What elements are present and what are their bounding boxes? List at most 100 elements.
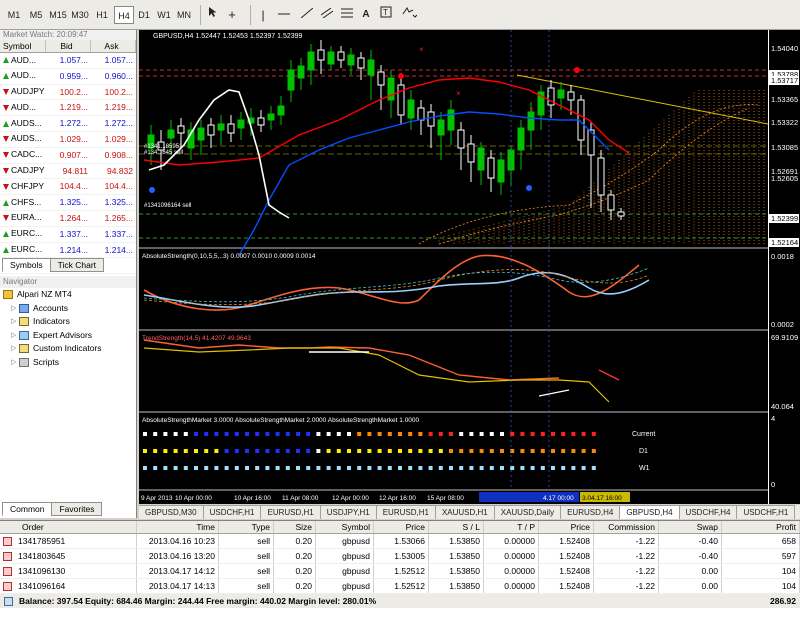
horizontal-line-icon[interactable] — [275, 6, 293, 24]
market-watch-row[interactable]: CHFJPY 104.4... 104.4... — [0, 179, 136, 196]
expand-icon[interactable]: ▷ — [11, 342, 17, 356]
timeframe-button-w1[interactable]: W1 — [154, 6, 174, 24]
expand-icon[interactable]: ▷ — [11, 315, 17, 329]
column-header[interactable]: S / L — [429, 521, 484, 533]
column-header[interactable]: Profit — [722, 521, 800, 533]
equidistant-channel-icon[interactable] — [318, 6, 336, 24]
tab-favorites[interactable]: Favorites — [51, 502, 103, 516]
tab-tick-chart[interactable]: Tick Chart — [49, 258, 105, 272]
navigator-item-expert-advisors[interactable]: ▷ Expert Advisors — [3, 329, 135, 343]
chart-tab[interactable]: EURUSD,H1 — [376, 505, 436, 519]
market-watch-row[interactable]: EURA... 1.264... 1.265... — [0, 211, 136, 227]
expand-icon[interactable]: ▷ — [11, 302, 17, 316]
market-watch-row[interactable]: AUDS... 1.272... 1.272... — [0, 116, 136, 132]
timeframe-button-d1[interactable]: D1 — [134, 6, 154, 24]
chart-tab[interactable]: USDJPY,H1 — [320, 505, 377, 519]
chart-tab[interactable]: EURUSD,H1 — [261, 505, 321, 519]
strength-dot — [316, 432, 321, 436]
price-scale[interactable]: 1.54040 1.53788 1.53717 1.53365 1.53322 1.530… — [768, 30, 800, 504]
timeframe-button-mn[interactable]: MN — [174, 6, 194, 24]
timeframe-button-h4[interactable]: H4 — [114, 6, 134, 24]
expand-icon[interactable]: ▷ — [11, 329, 17, 343]
chart-tab[interactable]: USDCHF,H1 — [737, 505, 796, 519]
navigator-item-indicators[interactable]: ▷ Indicators — [3, 315, 135, 329]
crosshair-icon[interactable]: + — [224, 6, 240, 24]
order-row[interactable]: 1341803645 2013.04.16 13:20 sell 0.20 gbpusd… — [0, 549, 800, 564]
price-chart[interactable]: × × × Current D1 W1 9 Apr 2013 10 Apr 00:00 10… — [139, 30, 769, 504]
chart-tab[interactable]: USDCHF,H1 — [203, 505, 262, 519]
market-watch-row[interactable]: AUD... 1.219... 1.219... — [0, 100, 136, 117]
chart-tab[interactable]: XAUUSD,Daily — [494, 505, 562, 519]
ask-cell: 1.337... — [104, 228, 133, 239]
column-bid[interactable]: Bid — [46, 40, 91, 52]
column-ask[interactable]: Ask — [91, 40, 136, 52]
timeframe-button-h1[interactable]: H1 — [92, 6, 112, 24]
indicator-label-absolute-strength: AbsoluteStrength(0,10,5,5,..3) 0.0007 0.… — [142, 253, 316, 260]
market-watch-row[interactable]: CHFS... 1.325... 1.325... — [0, 195, 136, 211]
candle-body — [517, 127, 525, 151]
vertical-line-icon[interactable]: | — [255, 6, 271, 24]
column-header[interactable]: Size — [274, 521, 316, 533]
balance-summary: Balance: 397.54 Equity: 684.46 Margin: 2… — [0, 594, 722, 608]
market-watch-row[interactable]: AUD... 1.057... 1.057... — [0, 53, 136, 69]
timeframe-button-m15[interactable]: M15 — [48, 6, 68, 24]
chart-tab[interactable]: USDCHF,H4 — [679, 505, 738, 519]
column-header[interactable]: Price — [374, 521, 429, 533]
strength-dot — [245, 449, 249, 453]
column-header[interactable]: Price — [539, 521, 594, 533]
market-watch-row[interactable]: CADC... 0.907... 0.908... — [0, 148, 136, 164]
timeframe-button-m1[interactable]: M1 — [4, 6, 24, 24]
chart-tab[interactable]: GBPUSD,H4 — [620, 505, 680, 519]
order-row[interactable]: 1341096164 2013.04.17 14:13 sell 0.20 gbpusd… — [0, 579, 800, 594]
column-header[interactable]: Symbol — [316, 521, 374, 533]
text-tool-icon[interactable]: A — [358, 6, 374, 24]
order-row[interactable]: 1341096130 2013.04.17 14:12 sell 0.20 gbpusd… — [0, 564, 800, 579]
strength-dot — [520, 432, 525, 436]
tab-symbols[interactable]: Symbols — [2, 258, 51, 272]
column-header[interactable]: Commission — [594, 521, 659, 533]
timeframe-button-m5[interactable]: M5 — [26, 6, 46, 24]
market-watch-row[interactable]: AUDS... 1.029... 1.029... — [0, 132, 136, 148]
trendline-icon[interactable] — [298, 6, 316, 24]
column-header[interactable]: Type — [219, 521, 274, 533]
market-watch-row[interactable]: EURC... 1.337... 1.337... — [0, 227, 136, 243]
navigator-item-custom-indicators[interactable]: ▷ Custom Indicators — [3, 342, 135, 356]
market-watch-row[interactable]: EURC... 1.214... 1.214... — [0, 243, 136, 259]
tab-common[interactable]: Common — [2, 502, 53, 516]
sell-order-icon — [3, 537, 12, 547]
strength-dot — [163, 432, 168, 436]
candle-body — [597, 157, 605, 196]
fibonacci-icon[interactable] — [338, 6, 356, 24]
market-watch-row[interactable]: CADJPY 94.811 94.832 — [0, 164, 136, 180]
timeframe-button-m30[interactable]: M30 — [70, 6, 90, 24]
expand-icon[interactable]: ▷ — [11, 356, 17, 370]
chart-tab[interactable]: XAUUSD,H1 — [435, 505, 495, 519]
column-header[interactable]: Swap — [659, 521, 722, 533]
cursor-icon[interactable] — [205, 6, 221, 24]
navigator-item-scripts[interactable]: ▷ Scripts — [3, 356, 135, 370]
strength-dot — [234, 449, 239, 453]
chart-tab[interactable]: EURUSD,H4 — [561, 505, 621, 519]
navigator-item-broker[interactable]: Alpari NZ MT4 — [3, 288, 135, 302]
cross-marker: × — [419, 45, 424, 54]
chart-tab[interactable]: GBPUSD,M30 — [139, 505, 204, 519]
strength-dot — [194, 466, 198, 470]
column-header[interactable]: Order — [0, 521, 137, 533]
label-tool-icon[interactable]: T — [378, 6, 394, 24]
column-symbol[interactable]: Symbol — [0, 40, 46, 52]
order-row[interactable]: 1341785951 2013.04.16 10:23 sell 0.20 gbpusd… — [0, 534, 800, 549]
order-cell: -0.40 — [659, 549, 722, 563]
strength-dot — [163, 466, 168, 470]
symbol-cell: CADJPY — [0, 164, 46, 179]
column-header[interactable]: T / P — [484, 521, 539, 533]
arrows-tool-icon[interactable] — [398, 6, 420, 24]
strength-dot — [204, 449, 209, 453]
arrow-down-icon — [3, 183, 9, 190]
terminal-header: Order Time Type Size Symbol Price S / LT / P Pr… — [0, 521, 800, 534]
market-watch-row[interactable]: AUD... 0.959... 0.960... — [0, 69, 136, 85]
navigator-item-accounts[interactable]: ▷ Accounts — [3, 302, 135, 316]
strength-dot — [285, 449, 290, 453]
chart-window[interactable]: × × × Current D1 W1 9 Apr 2013 10 Apr 00:00 10… — [139, 30, 769, 504]
market-watch-row[interactable]: AUDJPY 100.2... 100.2... — [0, 85, 136, 101]
column-header[interactable]: Time — [137, 521, 219, 533]
